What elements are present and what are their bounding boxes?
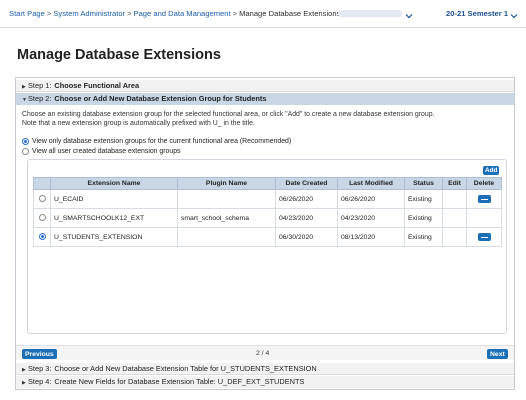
step-4-prefix: Step 4: — [28, 377, 52, 386]
view-all-groups-option[interactable]: View all user created database extension… — [22, 148, 181, 155]
plugin-name-cell — [177, 227, 276, 247]
row-radio-button[interactable] — [38, 214, 46, 222]
step-1-title: Choose Functional Area — [54, 81, 140, 90]
column-header-extension-name: Extension Name — [50, 177, 178, 190]
chevron-down-icon[interactable] — [405, 7, 413, 25]
step-4-header[interactable]: ▶ Step 4: Create New Fields for Database E… — [16, 376, 514, 388]
breadcrumb-system-administrator[interactable]: System Administrator — [53, 9, 125, 18]
extension-groups-panel: Add Extension Name Plugin Name Date Crea… — [27, 159, 507, 334]
term-selector[interactable]: 20-21 Semester 1 — [446, 9, 508, 18]
extension-name-cell: U_SMARTSCHOOLK12_EXT — [50, 208, 178, 228]
column-header-date-created: Date Created — [275, 177, 338, 190]
extension-groups-table: Extension Name Plugin Name Date Created … — [33, 177, 502, 247]
plugin-name-cell: smart_school_schema — [177, 208, 276, 228]
date-created-cell: 06/30/2020 — [275, 227, 338, 247]
table-row[interactable]: U_SMARTSCHOOLK12_EXT smart_school_schema… — [33, 208, 502, 228]
previous-button[interactable]: Previous — [22, 349, 57, 359]
row-select-cell — [33, 189, 51, 209]
delete-cell — [466, 189, 502, 209]
date-created-cell: 06/26/2020 — [275, 189, 338, 209]
column-header-plugin-name: Plugin Name — [177, 177, 276, 190]
status-cell: Existing — [404, 208, 443, 228]
step-2-title: Choose or Add New Database Extension Gro… — [54, 94, 267, 103]
column-header-status: Status — [404, 177, 443, 190]
wizard-nav-bar: Previous 2 / 4 Next — [16, 345, 514, 360]
step-2-prefix: Step 2: — [28, 94, 52, 103]
extension-name-cell: U_STUDENTS_EXTENSION — [50, 227, 178, 247]
radio-label: View all user created database extension… — [32, 148, 181, 155]
step-2-description: Choose an existing database extension gr… — [22, 110, 502, 128]
page-title: Manage Database Extensions — [17, 47, 221, 63]
breadcrumb: Start Page > System Administrator > Page and… — [9, 9, 340, 18]
breadcrumb-start-page[interactable]: Start Page — [9, 9, 45, 18]
edit-cell — [442, 227, 467, 247]
step-1-header[interactable]: ▶ Step 1: Choose Functional Area — [16, 80, 514, 92]
status-cell: Existing — [404, 227, 443, 247]
breadcrumb-page-data-management[interactable]: Page and Data Management — [134, 9, 231, 18]
radio-button[interactable] — [22, 138, 29, 145]
column-header-edit: Edit — [442, 177, 467, 190]
table-row[interactable]: U_STUDENTS_EXTENSION 06/30/2020 08/13/20… — [33, 227, 502, 247]
breadcrumb-separator: > — [232, 9, 238, 18]
row-radio-button[interactable] — [38, 233, 46, 241]
radio-button[interactable] — [22, 148, 29, 155]
breadcrumb-current: Manage Database Extensions — [239, 9, 341, 18]
step-4-title: Create New Fields for Database Extension… — [54, 377, 305, 386]
last-modified-cell: 08/13/2020 — [337, 227, 405, 247]
view-current-area-option[interactable]: View only database extension groups for … — [22, 138, 291, 145]
row-select-cell — [33, 208, 51, 228]
extension-name-cell: U_ECAID — [50, 189, 178, 209]
step-3-prefix: Step 3: — [28, 364, 52, 373]
delete-cell — [466, 208, 502, 228]
page-indicator: 2 / 4 — [256, 350, 270, 357]
row-select-cell — [33, 227, 51, 247]
date-created-cell: 04/23/2020 — [275, 208, 338, 228]
minus-icon[interactable] — [477, 195, 491, 203]
row-radio-button[interactable] — [38, 195, 46, 203]
plugin-name-cell — [177, 189, 276, 209]
top-bar: Start Page > System Administrator > Page and… — [0, 0, 526, 28]
breadcrumb-separator: > — [46, 9, 52, 18]
column-header-delete: Delete — [466, 177, 502, 190]
last-modified-cell: 06/26/2020 — [337, 189, 405, 209]
step-3-header[interactable]: ▶ Step 3: Choose or Add New Database Exten… — [16, 363, 514, 375]
status-cell: Existing — [404, 189, 443, 209]
next-button[interactable]: Next — [487, 349, 508, 359]
description-line: Note that a new extension group is autom… — [22, 120, 255, 127]
minus-icon[interactable] — [477, 233, 491, 241]
step-3-title: Choose or Add New Database Extension Tab… — [54, 364, 317, 373]
last-modified-cell: 04/23/2020 — [337, 208, 405, 228]
column-header-select — [33, 177, 51, 190]
delete-cell — [466, 227, 502, 247]
edit-cell — [442, 189, 467, 209]
table-row[interactable]: U_ECAID 06/26/2020 06/26/2020 Existing — [33, 189, 502, 209]
radio-label: View only database extension groups for … — [32, 138, 292, 145]
step-1-prefix: Step 1: — [28, 81, 52, 90]
add-extension-group-button[interactable]: Add — [483, 166, 500, 175]
description-line: Choose an existing database extension gr… — [22, 111, 435, 118]
extension-wizard: ▶ Step 1: Choose Functional Area ▼Step 2: C… — [15, 77, 515, 390]
school-selector[interactable] — [338, 10, 402, 17]
table-header-row: Extension Name Plugin Name Date Created … — [33, 177, 502, 190]
step-2-header[interactable]: ▼Step 2: Choose or Add New Database Exten… — [16, 93, 514, 105]
chevron-down-icon[interactable] — [510, 7, 518, 25]
breadcrumb-separator: > — [127, 9, 132, 18]
edit-cell — [442, 208, 467, 228]
column-header-last-modified: Last Modified — [337, 177, 405, 190]
